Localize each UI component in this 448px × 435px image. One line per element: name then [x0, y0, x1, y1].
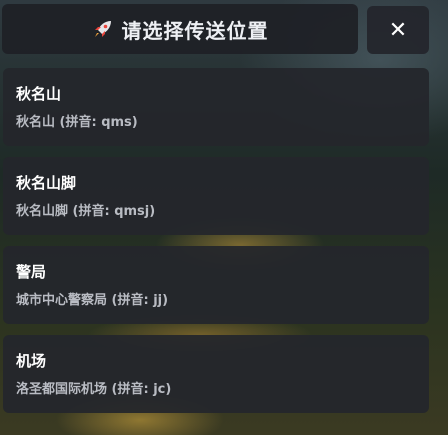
dialog-title: 请选择传送位置 — [121, 18, 269, 43]
rocket-icon — [92, 18, 114, 40]
location-detail: 洛圣都国际机场 (拼音: jc) — [16, 382, 172, 397]
location-item-jj[interactable]: 警局 城市中心警察局 (拼音: jj) — [3, 246, 429, 324]
location-detail: 城市中心警察局 (拼音: jj) — [16, 293, 169, 308]
location-detail: 秋名山脚 (拼音: qmsj) — [16, 204, 156, 219]
location-detail: 秋名山 (拼音: qms) — [16, 115, 138, 130]
location-name: 机场 — [16, 352, 47, 370]
close-button[interactable]: ✕ — [367, 6, 429, 54]
location-list: 秋名山 秋名山 (拼音: qms) 秋名山脚 秋名山脚 (拼音: qmsj) 警… — [3, 68, 429, 424]
location-name: 秋名山 — [16, 85, 62, 103]
location-item-qmsj[interactable]: 秋名山脚 秋名山脚 (拼音: qmsj) — [3, 157, 429, 235]
location-name: 秋名山脚 — [16, 174, 77, 192]
close-icon: ✕ — [388, 17, 408, 43]
location-item-jc[interactable]: 机场 洛圣都国际机场 (拼音: jc) — [3, 335, 429, 413]
location-item-qms[interactable]: 秋名山 秋名山 (拼音: qms) — [3, 68, 429, 146]
dialog-header: 请选择传送位置 — [2, 4, 358, 54]
location-name: 警局 — [16, 263, 47, 281]
